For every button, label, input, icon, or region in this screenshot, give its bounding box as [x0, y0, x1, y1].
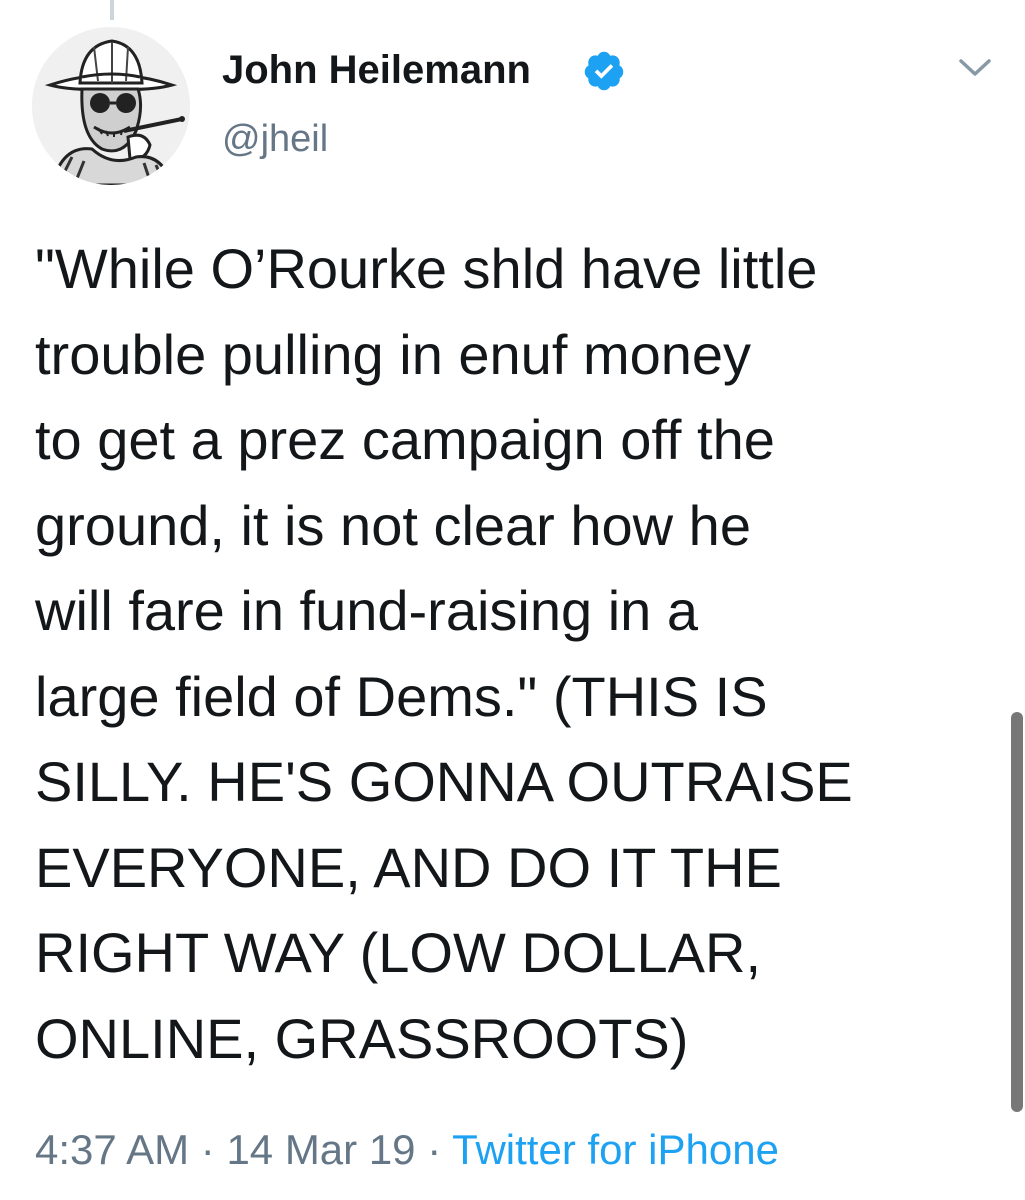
meta-separator: · — [189, 1126, 227, 1173]
tweet-text: "While O’Rourke shld have little trouble… — [35, 237, 853, 1070]
verified-badge-icon — [584, 51, 624, 91]
tweet-date[interactable]: 14 Mar 19 — [226, 1126, 415, 1173]
author-name[interactable]: John Heilemann — [222, 46, 531, 94]
chevron-down-icon[interactable] — [955, 52, 995, 82]
scrollbar[interactable] — [1011, 712, 1023, 1112]
meta-separator: · — [415, 1126, 453, 1173]
avatar-illustration — [32, 27, 190, 185]
tweet-time[interactable]: 4:37 AM — [35, 1126, 189, 1173]
thread-connector-line — [110, 0, 114, 20]
tweet-meta: 4:37 AM · 14 Mar 19 · Twitter for iPhone — [35, 1122, 779, 1178]
author-handle[interactable]: @jheil — [222, 116, 328, 162]
tweet-source-link[interactable]: Twitter for iPhone — [452, 1126, 779, 1173]
avatar[interactable] — [32, 27, 190, 185]
